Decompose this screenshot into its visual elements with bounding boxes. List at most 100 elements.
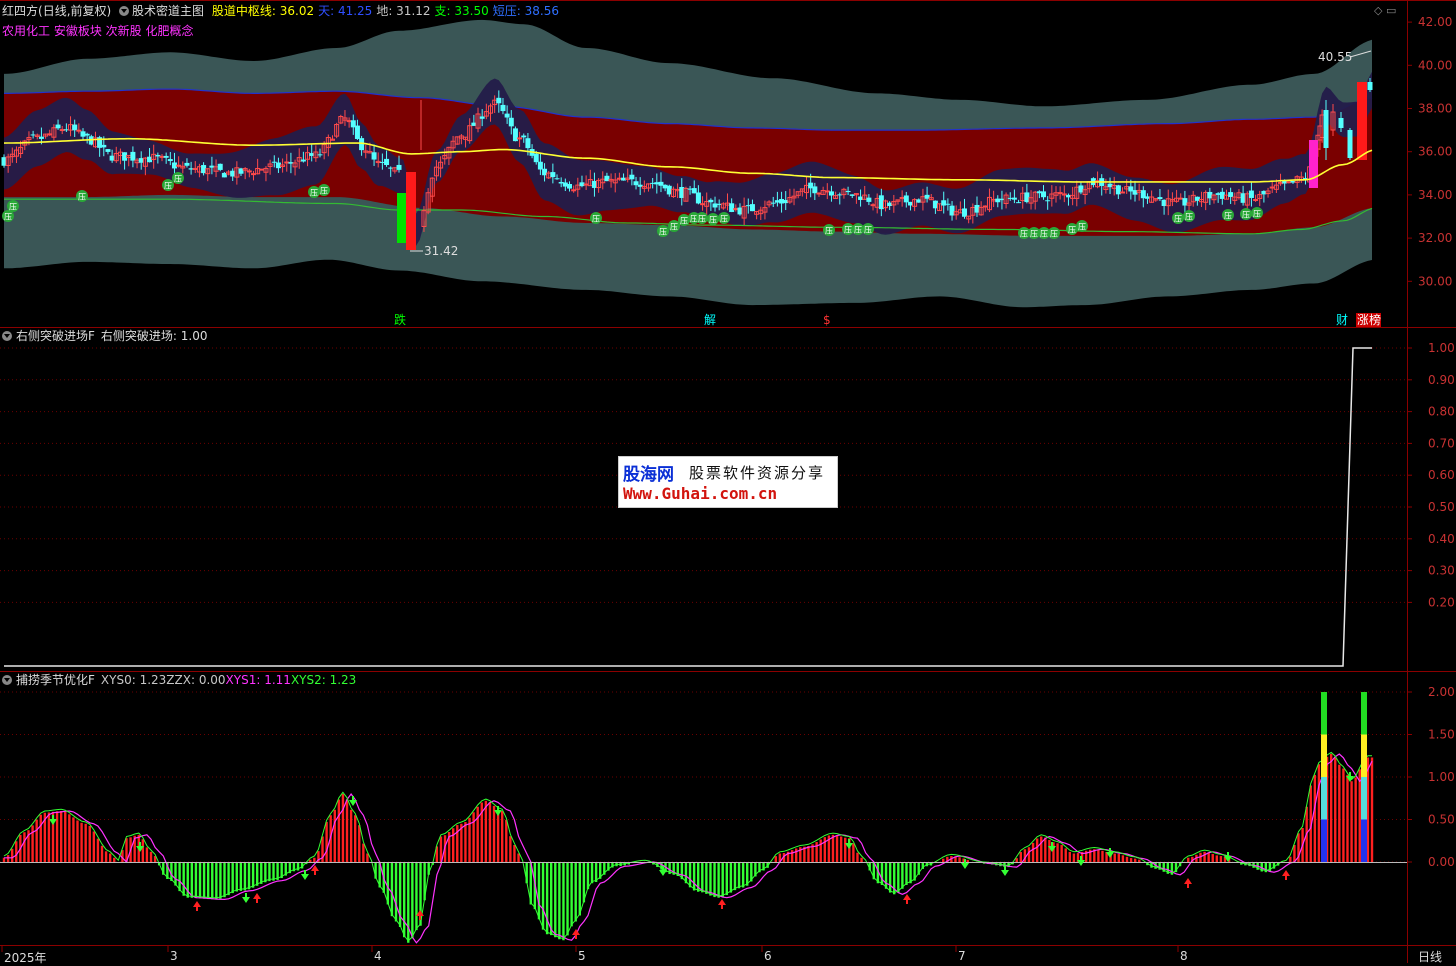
buy-arrow-icon xyxy=(1184,878,1192,888)
signal-bar-cyan xyxy=(1361,777,1367,820)
candle-body xyxy=(396,164,402,170)
panel3-item-1: ZZX: 0.00 xyxy=(166,673,226,687)
pressure-marker-text: 压 xyxy=(659,228,667,237)
panel2-y-tick-label: 0.80 xyxy=(1428,405,1455,419)
xys1-line xyxy=(4,753,1373,944)
pressure-marker-text: 压 xyxy=(78,193,86,202)
candle-body xyxy=(708,199,714,203)
candle-body xyxy=(550,172,556,178)
pressure-marker-text: 压 xyxy=(174,175,182,184)
candle-body xyxy=(816,192,822,195)
panel3-title[interactable]: 捕捞季节优化F xyxy=(16,673,95,687)
candle-body xyxy=(903,195,909,203)
candle-body xyxy=(1253,199,1259,202)
candle-body xyxy=(371,152,377,160)
panel3-menu-icon[interactable] xyxy=(2,675,12,685)
watermark-url: Www.Guhai.com.cn xyxy=(623,484,778,503)
pressure-marker-text: 压 xyxy=(1174,215,1182,224)
panel3-y-tick-label: 1.00 xyxy=(1428,770,1455,784)
event-marker: 榜 xyxy=(1369,312,1381,327)
pressure-marker-text: 压 xyxy=(9,203,17,212)
pressure-marker-text: 压 xyxy=(844,226,852,235)
candle-body xyxy=(259,168,265,171)
candle-body xyxy=(504,113,510,118)
candle-body xyxy=(246,170,252,173)
limit-up-bar xyxy=(1357,82,1367,160)
candle-body xyxy=(1041,191,1047,198)
candle-body xyxy=(55,124,61,129)
candle-body xyxy=(616,177,622,180)
event-marker: $ xyxy=(823,313,831,327)
sell-arrow-icon xyxy=(1001,866,1009,876)
big-up-bar xyxy=(406,172,416,250)
pressure-marker-text: 压 xyxy=(1050,230,1058,239)
pressure-marker-text: 压 xyxy=(720,215,728,224)
signal-bar-yellow xyxy=(1361,734,1367,777)
event-marker: 解 xyxy=(704,313,716,327)
main-panel-header: 红四方(日线,前复权) 股术密道主图 股道中枢线: 36.02 天: 41.25 地… xyxy=(2,4,567,18)
signal-bar-green xyxy=(1361,692,1367,735)
panel2-y-tick-label: 1.00 xyxy=(1428,341,1455,355)
buy-arrow-icon xyxy=(1282,870,1290,880)
candle-body xyxy=(729,203,735,212)
sell-arrow-icon xyxy=(49,815,57,825)
buy-arrow-icon xyxy=(903,894,911,904)
xys2-line xyxy=(3,751,1372,942)
signal-bar-cyan xyxy=(1321,777,1327,820)
panel2-y-tick-label: 0.40 xyxy=(1428,532,1455,546)
x-axis-label: 4 xyxy=(374,949,382,963)
stock-name[interactable]: 红四方 xyxy=(2,4,38,18)
candle-body xyxy=(1178,197,1184,200)
candle-body xyxy=(163,155,169,158)
candle-body xyxy=(1323,110,1329,148)
panel3-y-tick-label: 2.00 xyxy=(1428,685,1455,699)
x-axis-label: 7 xyxy=(958,949,966,963)
pressure-marker-text: 压 xyxy=(320,187,328,196)
panel2-y-tick-label: 0.50 xyxy=(1428,500,1455,514)
period-label: (日线,前复权) xyxy=(38,4,112,18)
candle-body xyxy=(1016,202,1022,204)
pressure-marker-text: 压 xyxy=(670,223,678,232)
high-price-label: 40.55 xyxy=(1318,50,1352,64)
concept-tags: 农用化工 安徽板块 次新股 化肥概念 xyxy=(2,24,197,38)
candle-body xyxy=(1157,197,1163,200)
candle-body xyxy=(284,161,290,164)
candle-body xyxy=(184,162,190,166)
header-item-0: 股道中枢线: 36.02 xyxy=(211,4,315,18)
panel2-value: 1.00 xyxy=(180,329,208,343)
candle-body xyxy=(38,136,44,139)
pressure-marker-text: 压 xyxy=(1242,211,1250,220)
header-item-1: 天: 41.25 xyxy=(318,4,373,18)
panel2-menu-icon[interactable] xyxy=(2,331,12,341)
event-marker: 涨 xyxy=(1357,312,1369,327)
candle-body xyxy=(217,163,223,170)
candle-body xyxy=(812,186,818,194)
main-y-tick-label: 36.00 xyxy=(1418,145,1452,159)
pressure-marker-text: 压 xyxy=(698,215,706,224)
candle-body xyxy=(1347,130,1353,158)
candle-body xyxy=(828,191,834,196)
pressure-marker-text: 压 xyxy=(1224,212,1232,221)
candle-body xyxy=(945,203,951,205)
pressure-marker-text: 压 xyxy=(1040,230,1048,239)
candle-body xyxy=(1367,82,1373,90)
candle-body xyxy=(962,208,968,217)
candle-body xyxy=(1286,181,1292,184)
candle-body xyxy=(1057,192,1063,195)
indicator-menu-icon[interactable] xyxy=(119,6,130,16)
candle-body xyxy=(749,204,755,212)
window-icons[interactable]: ◇ ▭ xyxy=(1374,4,1396,17)
indicator-name[interactable]: 股术密道主图 xyxy=(132,4,204,18)
candle-body xyxy=(629,174,635,180)
candle-body xyxy=(47,133,53,136)
candle-body xyxy=(59,129,65,132)
candle-body xyxy=(384,158,390,166)
candle-body xyxy=(770,202,776,204)
candle-body xyxy=(845,190,851,193)
pressure-marker-text: 压 xyxy=(1078,223,1086,232)
signal-bar-blue xyxy=(1361,819,1367,862)
panel2-title[interactable]: 右侧突破进场F xyxy=(16,329,95,343)
period-button[interactable]: 日线 xyxy=(1418,948,1442,965)
buy-arrow-icon xyxy=(193,901,201,911)
pressure-marker-text: 压 xyxy=(1068,226,1076,235)
